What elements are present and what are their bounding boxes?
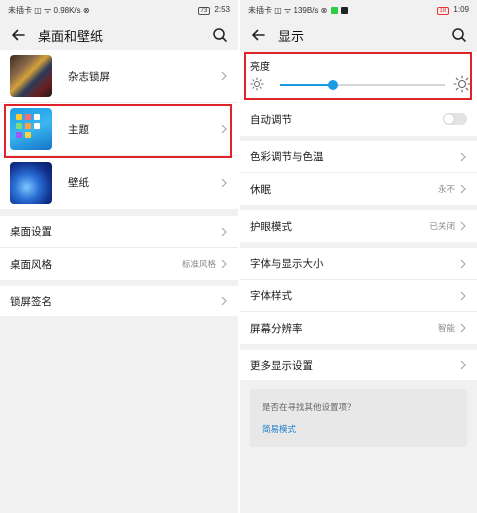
hint-question: 是否在寻找其他设置项？	[262, 402, 356, 412]
status-bar: 未插卡 ◫ ᯤ 139B/s ⊗ 18 1:09	[240, 0, 477, 20]
brightness-group: 亮度	[240, 52, 477, 102]
app-badge-icon	[340, 6, 348, 14]
list-item-theme[interactable]: 主题	[0, 103, 238, 156]
font-group: 字体与显示大小 字体样式 屏幕分辨率 智能	[240, 248, 477, 344]
battery-icon: 18	[436, 7, 450, 15]
brightness-slider-handle[interactable]	[327, 80, 338, 90]
auto-adjust-toggle[interactable]	[443, 113, 467, 125]
item-label: 护眼模式	[250, 220, 292, 233]
list-item-desktop-style[interactable]: 桌面风格 标准风格	[0, 248, 238, 280]
wallpaper-thumbnail	[10, 161, 52, 204]
item-label: 壁纸	[68, 177, 89, 189]
status-bar: 未插卡 ◫ ᯤ 0.98K/s ⊗ 73 2:53	[0, 0, 238, 20]
chevron-right-icon	[459, 323, 467, 333]
search-icon[interactable]	[210, 25, 230, 45]
sun-small-icon	[250, 77, 264, 91]
status-right: 73 2:53	[197, 5, 230, 15]
item-value: 标准风格	[181, 259, 216, 269]
chevron-right-icon	[459, 184, 467, 194]
list-item-auto-adjust[interactable]: 自动调节	[240, 102, 477, 136]
list-item-color-temperature[interactable]: 色彩调节与色温	[240, 141, 477, 173]
list-item-more-display-settings[interactable]: 更多显示设置	[240, 350, 477, 380]
status-time: 2:53	[214, 5, 230, 14]
color-sleep-group: 色彩调节与色温 休眠 永不	[240, 141, 477, 205]
item-label: 桌面风格	[10, 258, 52, 271]
chevron-right-icon	[220, 124, 228, 134]
eye-comfort-group: 护眼模式 已关闭	[240, 210, 477, 242]
chevron-right-icon	[459, 152, 467, 162]
chevron-right-icon	[459, 291, 467, 301]
item-value: 智能	[437, 323, 455, 333]
brightness-slider[interactable]	[280, 80, 445, 90]
list-item-font-display-size[interactable]: 字体与显示大小	[240, 248, 477, 280]
auto-adjust-group: 自动调节	[240, 102, 477, 136]
item-label: 自动调节	[250, 113, 292, 126]
item-label: 字体与显示大小	[250, 258, 324, 270]
item-label: 更多显示设置	[250, 359, 313, 372]
list-item-desktop-settings[interactable]: 桌面设置	[0, 216, 238, 248]
list-item-eye-comfort[interactable]: 护眼模式 已关闭	[240, 210, 477, 242]
chevron-right-icon	[220, 71, 228, 81]
list-item-lock-signature[interactable]: 锁屏签名	[0, 286, 238, 316]
theme-thumbnail	[10, 108, 52, 150]
status-left-text: 未插卡 ◫ ᯤ 0.98K/s ⊗	[8, 5, 90, 15]
item-value: 已关闭	[429, 221, 455, 231]
sun-large-icon	[453, 75, 471, 93]
item-label: 杂志锁屏	[68, 70, 110, 83]
simple-mode-link[interactable]: 简易模式	[262, 423, 296, 435]
desktop-wallpaper-screen: 未插卡 ◫ ᯤ 0.98K/s ⊗ 73 2:53 桌面和壁纸 杂志锁屏 主题 …	[0, 0, 238, 513]
list-item-screen-resolution[interactable]: 屏幕分辨率 智能	[240, 312, 477, 344]
app-badge-icon	[330, 6, 338, 14]
chevron-right-icon	[220, 259, 228, 269]
item-label: 桌面设置	[10, 226, 52, 238]
chevron-right-icon	[459, 259, 467, 269]
status-left-text: 未插卡 ◫ ᯤ 139B/s ⊗	[248, 5, 437, 16]
chevron-right-icon	[220, 296, 228, 306]
magazine-lock-thumbnail	[10, 55, 52, 97]
page-title: 桌面和壁纸	[38, 28, 104, 44]
more-display-group: 更多显示设置	[240, 350, 477, 380]
brightness-slider-fill	[280, 84, 333, 86]
page-title: 显示	[278, 28, 305, 44]
desktop-settings-group: 桌面设置 桌面风格 标准风格	[0, 216, 238, 280]
search-icon[interactable]	[449, 25, 469, 45]
item-value: 永不	[437, 184, 455, 194]
list-item-font-style[interactable]: 字体样式	[240, 280, 477, 312]
media-group: 杂志锁屏 主题 壁纸	[0, 50, 238, 209]
list-item-sleep[interactable]: 休眠 永不	[240, 173, 477, 205]
title-bar: 显示	[240, 20, 477, 50]
chevron-right-icon	[220, 178, 228, 188]
chevron-right-icon	[220, 227, 228, 237]
item-label: 锁屏签名	[10, 295, 52, 308]
title-bar: 桌面和壁纸	[0, 20, 238, 50]
list-item-magazine-lock[interactable]: 杂志锁屏	[0, 50, 238, 103]
status-right: 18 1:09	[436, 5, 469, 15]
item-label: 色彩调节与色温	[250, 151, 324, 163]
display-screen: 未插卡 ◫ ᯤ 139B/s ⊗ 18 1:09 显示 亮度 自动调节 色彩调节…	[240, 0, 477, 513]
brightness-label: 亮度	[250, 62, 270, 73]
item-label: 屏幕分辨率	[250, 322, 303, 335]
item-label: 主题	[68, 123, 89, 136]
settings-hint-card: 是否在寻找其他设置项？ 简易模式	[250, 389, 467, 447]
status-time: 1:09	[453, 5, 469, 14]
battery-icon: 73	[197, 7, 211, 15]
chevron-right-icon	[459, 221, 467, 231]
chevron-right-icon	[459, 360, 467, 370]
lock-signature-group: 锁屏签名	[0, 286, 238, 316]
item-label: 休眠	[250, 183, 271, 196]
back-arrow-icon[interactable]	[8, 25, 28, 45]
toggle-knob	[444, 114, 454, 124]
list-item-wallpaper[interactable]: 壁纸	[0, 156, 238, 209]
item-label: 字体样式	[250, 290, 292, 302]
back-arrow-icon[interactable]	[248, 25, 268, 45]
